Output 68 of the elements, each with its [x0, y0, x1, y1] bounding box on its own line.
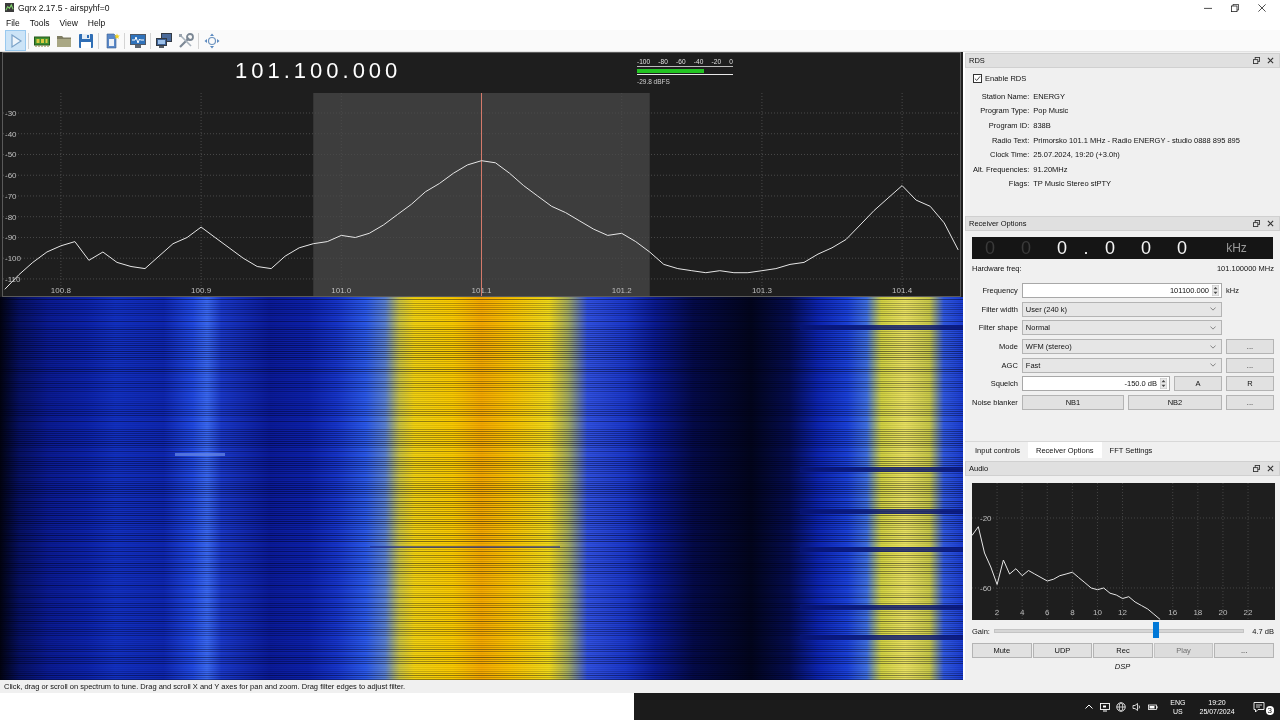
- waterfall-display[interactable]: [0, 297, 963, 680]
- checkmark-icon: [974, 75, 981, 82]
- computers-icon: [155, 32, 172, 49]
- speaker-icon[interactable]: [1132, 701, 1143, 712]
- menu-item[interactable]: File: [1, 17, 25, 28]
- display-unit: kHz: [1225, 241, 1248, 255]
- axis-tick-label: -60: [5, 171, 17, 181]
- frequency-readout[interactable]: 101.100.000: [235, 59, 402, 83]
- window-title: Gqrx 2.17.5 - airspyhf=0: [18, 2, 110, 13]
- menu-item[interactable]: View: [54, 17, 83, 28]
- axis-tick-label: 18: [1193, 608, 1203, 617]
- display-digit[interactable]: 0: [1092, 237, 1128, 259]
- chevron-down-icon: [1210, 363, 1216, 368]
- axis-tick-label: 6: [1045, 608, 1050, 617]
- spin-arrows-icon[interactable]: [1160, 378, 1167, 390]
- axis-tick-label: 2: [994, 608, 1000, 617]
- axis-tick-label: 12: [1118, 608, 1127, 617]
- overlapping-windows-icon[interactable]: [1253, 220, 1260, 227]
- axis-tick-label: 4: [1019, 608, 1025, 617]
- axis-tick-label: -40: [5, 129, 17, 139]
- slider-handle[interactable]: [1153, 622, 1160, 638]
- close-icon[interactable]: [1267, 465, 1274, 472]
- restore-icon[interactable]: [1231, 3, 1239, 12]
- display-digit[interactable]: 0: [1164, 237, 1200, 259]
- axis-tick-label: -100: [5, 254, 21, 264]
- axis-tick-label: 16: [1168, 608, 1178, 617]
- axis-tick-label: 10: [1093, 608, 1102, 617]
- close-icon[interactable]: [1258, 3, 1266, 12]
- axis-tick-label: -50: [5, 150, 17, 160]
- tools-icon: [177, 32, 194, 49]
- close-icon[interactable]: [1267, 57, 1274, 64]
- speech-bubble-icon[interactable]: [1252, 700, 1265, 713]
- axis-tick-label: 101.4: [892, 286, 913, 295]
- menu-item[interactable]: Help: [82, 17, 111, 28]
- overlapping-windows-icon[interactable]: [1253, 57, 1260, 64]
- axis-tick-label: 101.2: [611, 286, 632, 295]
- close-icon[interactable]: [1267, 220, 1274, 227]
- move-arrows-icon: [203, 32, 220, 49]
- axis-tick-label: 20: [1218, 608, 1228, 617]
- axis-tick-label: -30: [5, 109, 17, 118]
- display-digit[interactable]: 0: [1044, 237, 1080, 259]
- battery-icon[interactable]: [1148, 701, 1159, 712]
- axis-tick-label: 101.0: [331, 286, 352, 295]
- monitor-icon[interactable]: [1100, 701, 1111, 712]
- checkbox[interactable]: [973, 74, 982, 83]
- waveform-tile-icon: [5, 3, 14, 12]
- axis-tick-label: 100.8: [50, 286, 71, 295]
- display-digit[interactable]: 0: [1128, 237, 1164, 259]
- chevron-down-icon: [1210, 325, 1216, 330]
- axis-tick-label: -60: [980, 584, 992, 593]
- axis-tick-label: -70: [5, 191, 17, 201]
- menu-item[interactable]: Tools: [24, 17, 55, 28]
- axis-tick-label: 101.3: [751, 286, 772, 295]
- chevron-down-icon: [1210, 307, 1216, 312]
- globe-icon[interactable]: [1116, 701, 1127, 712]
- axis-tick-label: -90: [5, 233, 17, 243]
- axis-tick-label: 100.9: [191, 286, 212, 295]
- axis-tick-label: -80: [5, 212, 17, 222]
- spin-arrows-icon[interactable]: [1212, 285, 1219, 296]
- axis-tick-label: 8: [1070, 608, 1075, 617]
- tuning-marker-line[interactable]: [481, 92, 482, 297]
- axis-tick-label: 22: [1243, 608, 1253, 617]
- display-digit[interactable]: .: [1080, 237, 1092, 259]
- axis-tick-label: -20: [980, 514, 992, 523]
- chevron-down-icon: [1210, 344, 1216, 349]
- notification-count: 3: [1265, 705, 1274, 715]
- overlapping-windows-icon[interactable]: [1253, 465, 1260, 472]
- toolbar-button[interactable]: [153, 30, 174, 51]
